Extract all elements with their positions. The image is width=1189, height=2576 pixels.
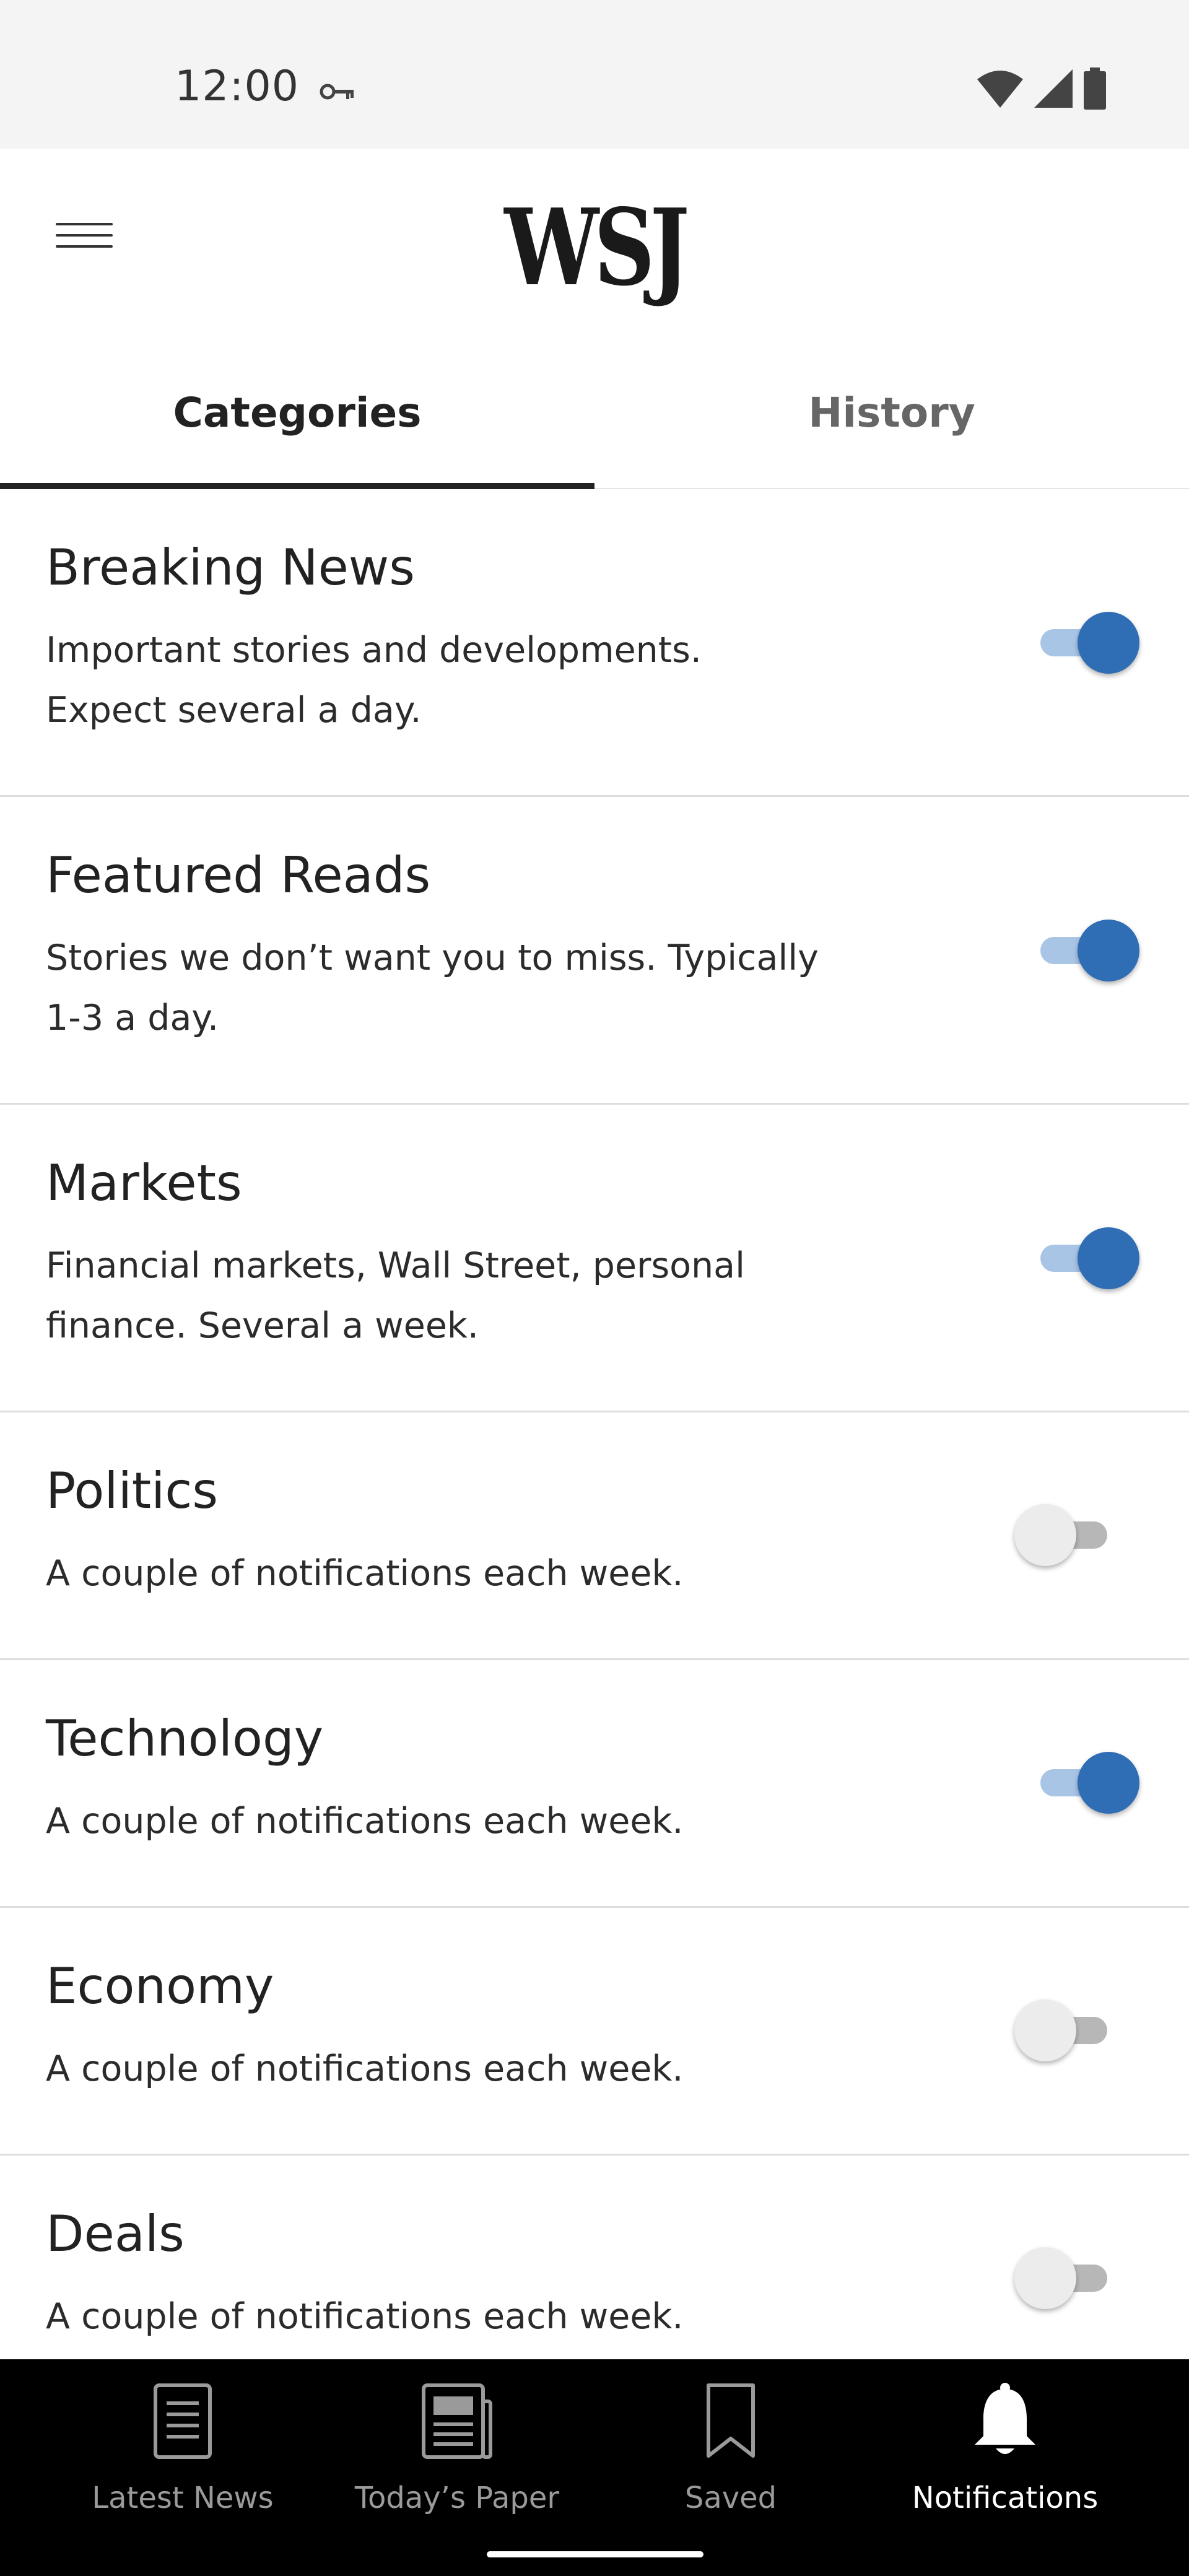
nav-label: Latest News [92,2481,274,2515]
tab-categories[interactable]: Categories [0,353,594,489]
nav-todays-paper[interactable]: Today’s Paper [321,2359,593,2545]
tab-history[interactable]: History [594,353,1189,489]
category-title: Featured Reads [46,846,431,904]
category-row-breaking-news[interactable]: Breaking News Important stories and deve… [0,489,1189,797]
category-title: Markets [46,1154,242,1212]
document-icon [154,2383,212,2459]
battery-icon [1084,67,1106,110]
wsj-logo: WSJ [504,186,689,310]
category-row-featured-reads[interactable]: Featured Reads Stories we don’t want you… [0,797,1189,1105]
category-row-technology[interactable]: Technology A couple of notifications eac… [0,1660,1189,1908]
bell-icon [975,2383,1035,2454]
nav-latest-news[interactable]: Latest News [46,2359,319,2545]
hamburger-menu-icon[interactable] [48,211,123,260]
markets-toggle[interactable] [1028,1226,1139,1289]
app-bar: WSJ [0,149,1189,353]
wifi-icon [977,71,1023,108]
category-row-economy[interactable]: Economy A couple of notifications each w… [0,1908,1189,2156]
category-row-markets[interactable]: Markets Financial markets, Wall Street, … [0,1105,1189,1412]
economy-toggle[interactable] [1014,1998,1120,2061]
technology-toggle[interactable] [1028,1751,1139,1814]
category-title: Technology [46,1710,324,1767]
category-description: Financial markets, Wall Street, personal… [46,1245,745,1346]
home-indicator[interactable] [487,2551,703,2557]
nav-label: Saved [684,2481,777,2515]
category-title: Politics [46,1462,219,1520]
category-description: A couple of notifications each week. [46,2296,684,2337]
category-description: A couple of notifications each week. [46,1801,684,1842]
vpn-key-icon [320,84,354,100]
status-icons [976,67,1107,110]
nav-label: Today’s Paper [354,2481,560,2515]
category-description: Stories we don’t want you to miss. Typic… [46,938,819,1038]
category-description: Important stories and developments. Expe… [46,630,702,731]
bookmark-icon [707,2383,755,2458]
nav-notifications[interactable]: Notifications [869,2359,1141,2545]
category-title: Economy [46,1957,274,2015]
featured-reads-toggle[interactable] [1028,918,1139,981]
deals-toggle[interactable] [1014,2246,1120,2309]
bottom-navigation: Latest News Today’s Paper Saved Notifica… [0,2359,1189,2576]
nav-label: Notifications [912,2481,1099,2515]
nav-saved[interactable]: Saved [594,2359,867,2545]
newspaper-icon [422,2383,492,2459]
status-time: 12:00 [175,62,299,111]
category-title: Breaking News [46,539,415,596]
category-title: Deals [46,2205,185,2263]
signal-icon [1034,69,1073,108]
breaking-news-toggle[interactable] [1028,611,1139,674]
category-description: A couple of notifications each week. [46,1553,684,1594]
category-row-politics[interactable]: Politics A couple of notifications each … [0,1412,1189,1660]
politics-toggle[interactable] [1014,1503,1120,1566]
category-list: Breaking News Important stories and deve… [0,489,1189,2403]
tab-bar: Categories History [0,353,1189,489]
status-bar: 12:00 [0,0,1189,149]
category-description: A couple of notifications each week. [46,2048,684,2089]
